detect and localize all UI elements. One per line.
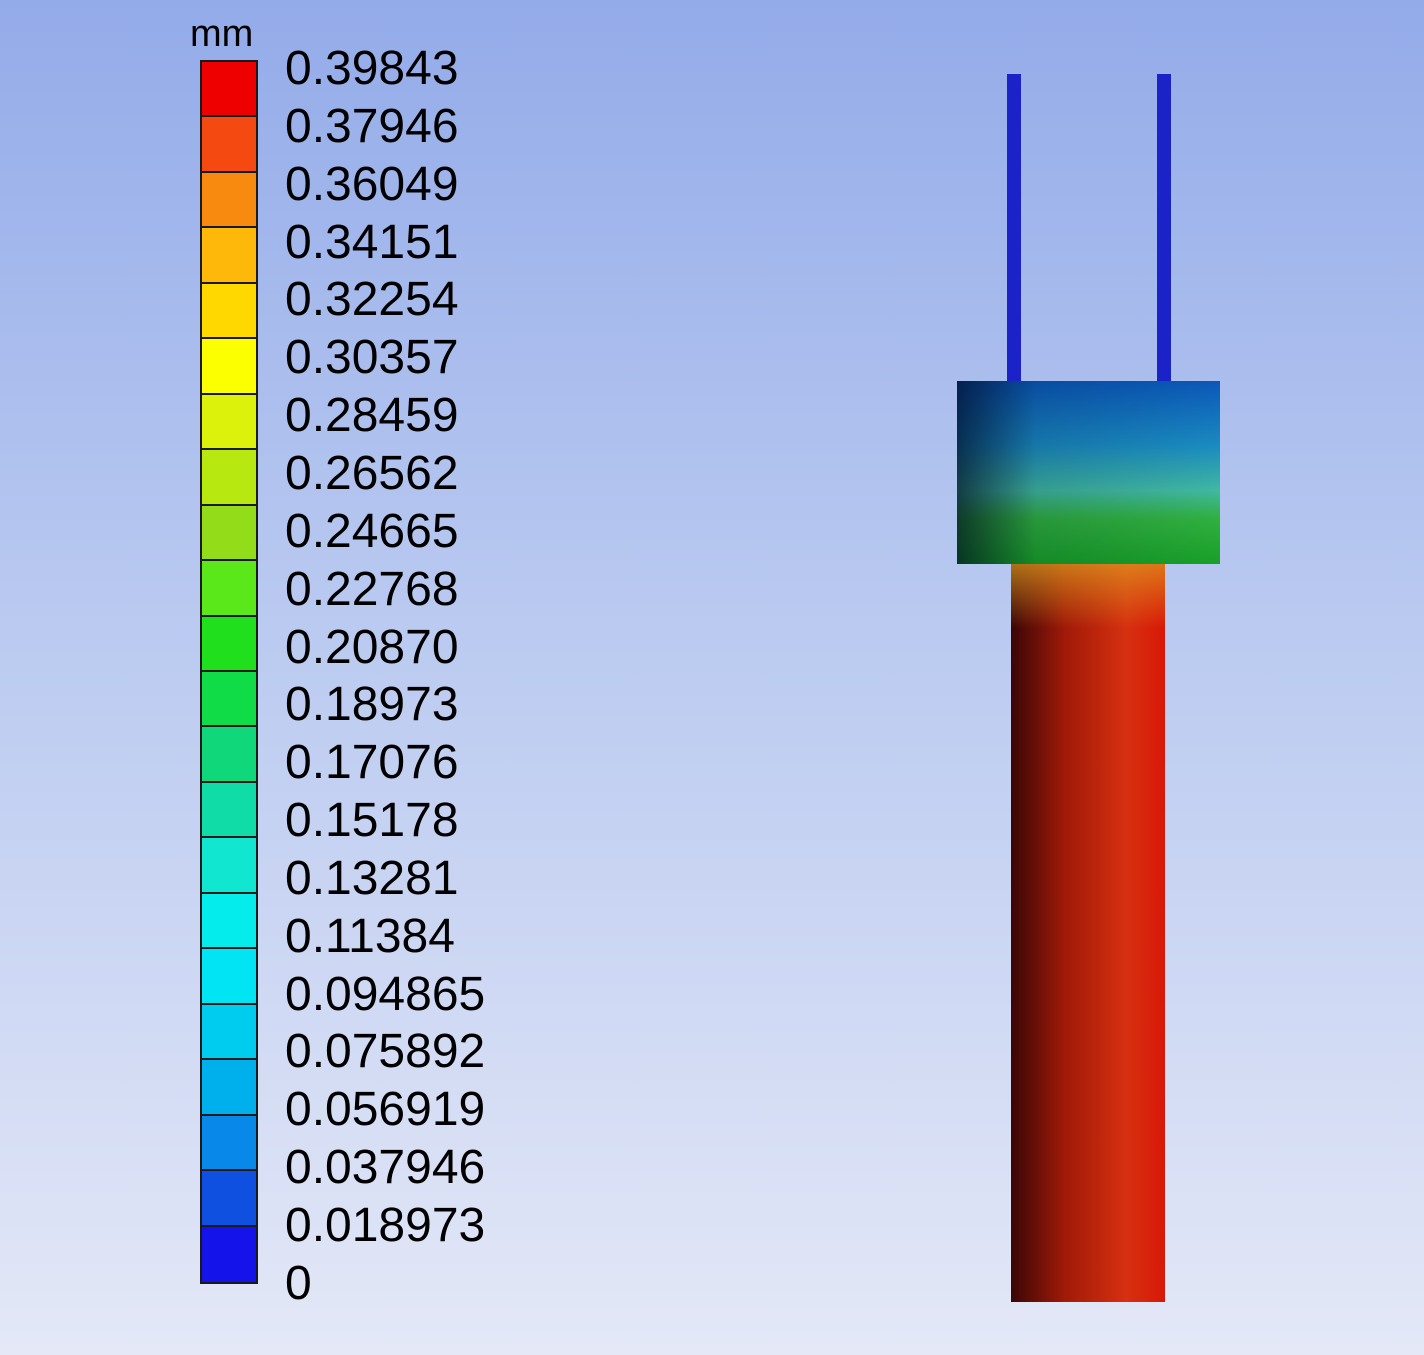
right-rod — [1157, 74, 1171, 386]
shaft-top-blend — [1011, 558, 1165, 628]
collar-shading — [957, 381, 1220, 564]
deformation-model — [957, 74, 1220, 1302]
shaft — [1011, 558, 1165, 1302]
result-viewport: mm 0.39843 0.37946 0.36049 0.34151 0.32254 0.… — [0, 0, 1424, 1355]
left-rod — [1007, 74, 1021, 386]
